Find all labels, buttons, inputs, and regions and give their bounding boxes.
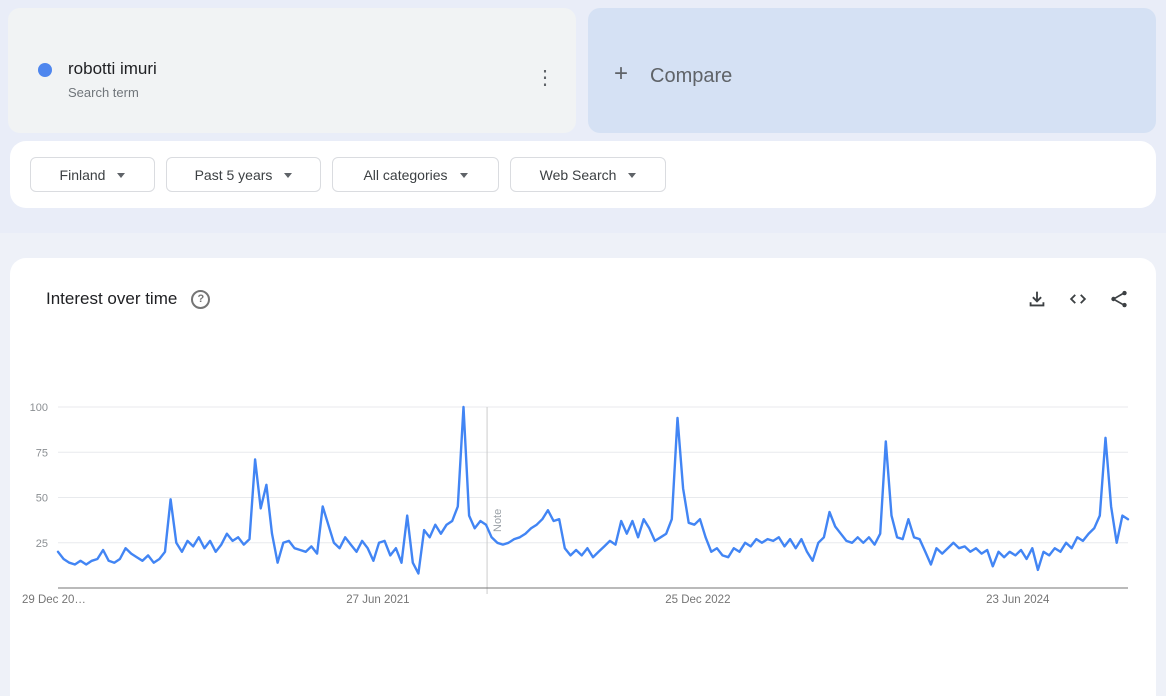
series-color-dot (38, 63, 52, 77)
chart-header: Interest over time ? (10, 288, 1156, 310)
y-tick-label: 25 (36, 538, 48, 550)
chevron-down-icon (628, 173, 637, 178)
filter-searchtype-label: Web Search (539, 166, 617, 183)
compare-card[interactable]: + Compare (588, 8, 1156, 133)
plus-icon: + (614, 60, 629, 87)
x-tick-label: 27 Jun 2021 (346, 594, 409, 606)
x-tick-label: 25 Dec 2022 (665, 594, 730, 606)
interest-over-time-card: Interest over time ? 100 75 50 25 Note 29 Dec… (10, 258, 1156, 696)
chevron-down-icon (117, 173, 126, 178)
compare-label: Compare (650, 65, 733, 87)
filter-time-label: Past 5 years (194, 166, 273, 183)
y-tick-label: 100 (30, 402, 48, 414)
share-icon[interactable] (1108, 288, 1130, 310)
embed-icon[interactable] (1067, 288, 1089, 310)
trend-line (56, 405, 1130, 575)
search-term-card[interactable]: robotti imuri Search term ⋮ (8, 8, 576, 133)
y-tick-label: 50 (36, 493, 48, 505)
chevron-down-icon (284, 173, 293, 178)
filter-searchtype-dropdown[interactable]: Web Search (510, 157, 666, 192)
x-start-label: 29 Dec 20… (22, 594, 86, 606)
x-tick-label: 23 Jun 2024 (986, 594, 1050, 606)
chart-title: Interest over time (46, 289, 178, 308)
chevron-down-icon (459, 173, 468, 178)
interest-over-time-chart: 100 75 50 25 Note 29 Dec 20… 27 Jun 2021 25 Dec… (22, 402, 1130, 606)
y-tick-label: 75 (36, 447, 48, 459)
filter-bar: Finland Past 5 years All categories Web … (10, 141, 1156, 208)
filter-country-label: Finland (59, 166, 106, 183)
search-term-type: Search term (68, 85, 139, 100)
filter-category-label: All categories (363, 166, 448, 183)
download-icon[interactable] (1026, 288, 1048, 310)
term-menu-kebab-icon[interactable]: ⋮ (528, 60, 562, 96)
filter-category-dropdown[interactable]: All categories (332, 157, 499, 192)
note-marker-label: Note (492, 509, 504, 532)
help-icon[interactable]: ? (191, 289, 211, 309)
filter-time-dropdown[interactable]: Past 5 years (166, 157, 321, 192)
filter-country-dropdown[interactable]: Finland (30, 157, 155, 192)
search-term-title: robotti imuri (68, 59, 157, 78)
chart-area[interactable]: 100 75 50 25 Note 29 Dec 20… 27 Jun 2021 25 Dec… (10, 380, 1156, 640)
